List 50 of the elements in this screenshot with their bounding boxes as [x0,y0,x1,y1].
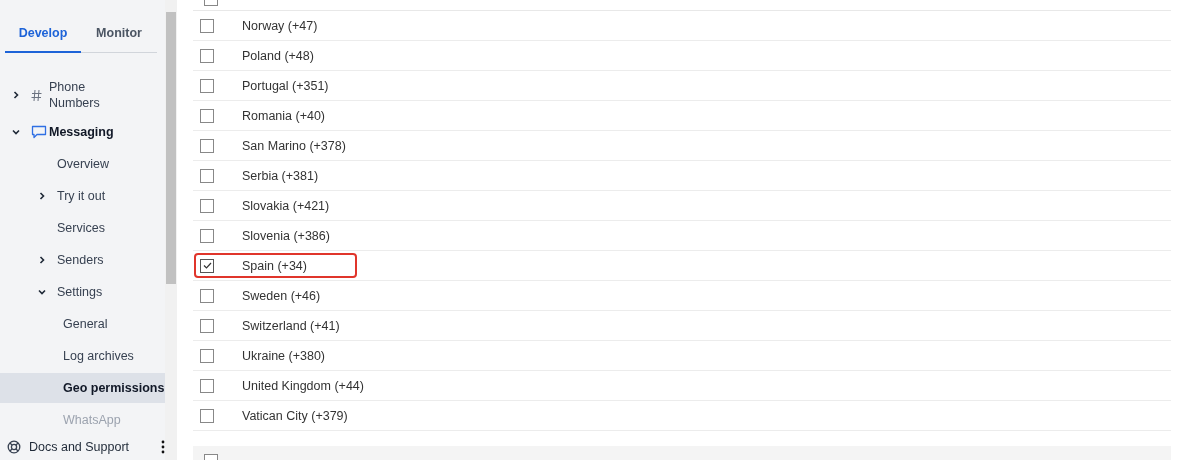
checkbox[interactable] [200,78,214,93]
nav-item[interactable]: Settings [57,284,103,300]
nav-item[interactable]: Try it out [57,188,106,204]
country-label: Portugal (+351) [242,78,329,93]
checkbox[interactable] [200,318,214,333]
scrollbar[interactable] [165,0,177,460]
checkbox[interactable] [200,288,214,303]
nav-item[interactable]: General [63,316,108,332]
nav-item[interactable]: Senders [57,252,104,268]
chat-icon [31,125,47,139]
checkbox[interactable] [200,348,214,363]
tab[interactable]: Monitor [81,18,157,53]
country-label: Vatican City (+379) [242,408,348,423]
nav-item[interactable]: Phone Numbers [49,79,129,111]
chevron-right-icon[interactable] [38,192,46,200]
country-label: Serbia (+381) [242,168,319,183]
country-label: Sweden (+46) [242,288,321,303]
country-label: United Kingdom (+44) [242,378,364,393]
country-label: Slovakia (+421) [242,198,330,213]
country-label: San Marino (+378) [242,138,346,153]
checkbox[interactable] [200,138,214,153]
checkbox[interactable] [200,108,214,123]
checkbox[interactable] [200,258,214,273]
nav-item[interactable]: Services [57,220,105,236]
more-options-icon[interactable] [161,440,165,454]
chevron-right-icon[interactable] [38,256,46,264]
country-label: Norway (+47) [242,18,318,33]
docs-support-link[interactable]: Docs and Support [29,440,130,454]
checkbox[interactable] [200,228,214,243]
nav-item[interactable]: Overview [57,156,110,172]
country-label: Slovenia (+386) [242,228,330,243]
country-label: Poland (+48) [242,48,314,63]
tab[interactable]: Develop [5,18,81,53]
hash-icon [31,88,42,102]
chevron-down-icon[interactable] [38,288,46,296]
checkbox[interactable] [200,198,214,213]
country-label: Romania (+40) [242,108,326,123]
checkbox[interactable] [200,408,214,423]
checkbox[interactable] [200,378,214,393]
checkbox[interactable] [200,168,214,183]
country-label: Ukraine (+380) [242,348,326,363]
nav-item[interactable]: Log archives [63,348,134,364]
checkbox[interactable] [200,48,214,63]
chevron-right-icon[interactable] [12,91,20,99]
lifebuoy-icon [7,440,21,454]
checkbox[interactable] [200,18,214,33]
country-label: Switzerland (+41) [242,318,340,333]
nav-item[interactable]: Messaging [49,124,114,140]
chevron-down-icon[interactable] [12,128,20,136]
country-label: Spain (+34) [242,258,307,273]
